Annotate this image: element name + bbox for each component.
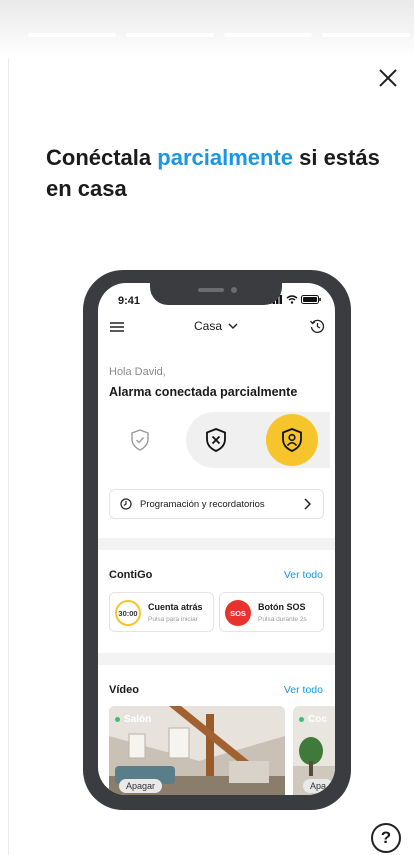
countdown-title: Cuenta atrás xyxy=(148,602,203,612)
alarm-status: Alarma conectada parcialmente xyxy=(109,385,298,399)
sos-subtitle: Pulsa durante 2s xyxy=(258,616,307,623)
schedule-reminders-card[interactable]: Programación y recordatorios xyxy=(109,489,324,519)
onboarding-progress xyxy=(28,33,410,37)
page-title: Conéctala parcialmente si estás en casa xyxy=(46,142,386,204)
camera-tile-salon[interactable]: Salón Apagar xyxy=(109,706,285,795)
section-separator xyxy=(98,538,335,550)
contigo-title: ContiGo xyxy=(109,569,153,581)
phone-notch xyxy=(150,271,282,305)
progress-segment xyxy=(322,33,410,37)
top-header-fade xyxy=(0,0,414,58)
countdown-badge: 30:00 xyxy=(115,600,141,626)
location-selector[interactable]: Casa xyxy=(194,319,238,333)
camera-name: Coc xyxy=(299,714,327,725)
divider xyxy=(8,58,9,855)
camera-name-text: Coc xyxy=(308,714,327,725)
history-icon[interactable] xyxy=(309,318,325,334)
sos-badge: SOS xyxy=(225,600,251,626)
wifi-icon xyxy=(286,295,298,304)
camera-name-text: Salón xyxy=(124,714,152,725)
greeting: Hola David, xyxy=(109,366,166,378)
battery-icon xyxy=(301,295,321,304)
chevron-down-icon xyxy=(228,323,238,329)
shield-x-icon xyxy=(206,428,226,452)
camera-tile-kitchen[interactable]: Coc Apa xyxy=(293,706,335,795)
close-icon xyxy=(379,69,397,87)
status-time: 9:41 xyxy=(118,295,141,307)
contigo-see-all-link[interactable]: Ver todo xyxy=(284,569,323,581)
mode-partial-button[interactable] xyxy=(266,414,318,466)
camera-turn-off-button[interactable]: Apagar xyxy=(119,779,163,793)
progress-segment xyxy=(28,33,116,37)
sos-card[interactable]: SOS Botón SOS Pulsa durante 2s xyxy=(219,592,324,632)
help-button[interactable]: ? xyxy=(371,823,401,853)
progress-segment xyxy=(126,33,214,37)
clock-icon xyxy=(120,498,132,510)
menu-icon[interactable] xyxy=(110,321,124,333)
schedule-label: Programación y recordatorios xyxy=(140,498,265,510)
mode-disarm-button[interactable] xyxy=(114,414,166,466)
chevron-right-icon xyxy=(304,498,311,510)
close-button[interactable] xyxy=(374,64,402,92)
countdown-subtitle: Pulsa para iniciar xyxy=(148,616,198,623)
headline-highlight: parcialmente xyxy=(157,145,293,170)
headline-text: Conéctala xyxy=(46,145,158,170)
speaker xyxy=(198,288,224,292)
sos-title: Botón SOS xyxy=(258,602,306,612)
shield-check-icon xyxy=(131,429,149,451)
online-dot-icon xyxy=(299,717,304,722)
camera-name: Salón xyxy=(115,714,151,725)
camera-turn-off-button[interactable]: Apa xyxy=(303,779,334,793)
progress-segment xyxy=(224,33,312,37)
mode-total-button[interactable] xyxy=(190,414,242,466)
app-header: Casa xyxy=(98,317,335,337)
phone-screen: 9:41 Casa Hola David, Alarma conectada p… xyxy=(98,283,335,795)
front-camera xyxy=(231,287,237,293)
section-separator xyxy=(98,653,335,665)
shield-person-icon xyxy=(282,428,302,452)
video-see-all-link[interactable]: Ver todo xyxy=(284,684,323,696)
video-title: Vídeo xyxy=(109,684,139,696)
countdown-card[interactable]: 30:00 Cuenta atrás Pulsa para iniciar xyxy=(109,592,214,632)
location-label: Casa xyxy=(194,319,223,333)
online-dot-icon xyxy=(115,717,120,722)
